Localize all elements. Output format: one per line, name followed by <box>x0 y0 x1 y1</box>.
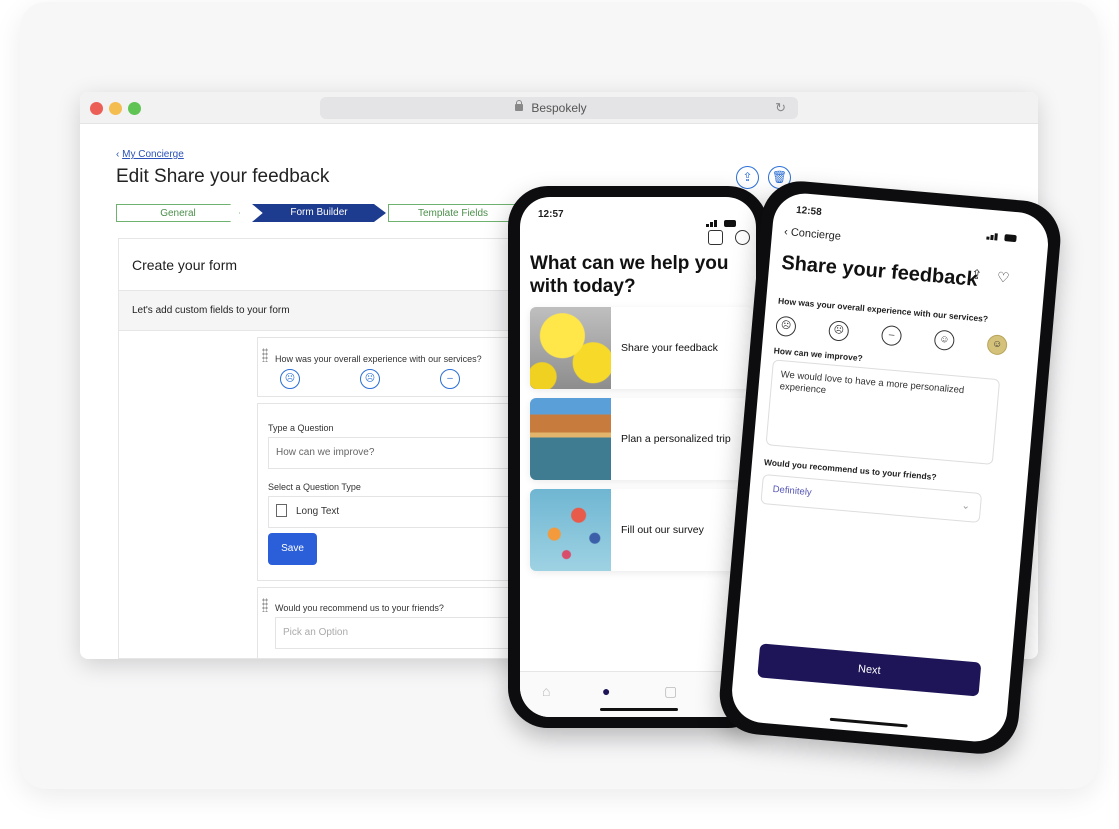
very-unhappy-face-icon[interactable]: ☹ <box>280 369 300 389</box>
question-label: How was your overall experience with our… <box>275 354 482 364</box>
next-button[interactable]: Next <box>757 643 982 697</box>
type-question-label: Type a Question <box>268 423 334 433</box>
neutral-face-icon[interactable]: – <box>880 324 903 347</box>
question-editor-card: Type a Question How can we improve? Sele… <box>257 403 540 581</box>
question-card-experience[interactable]: How was your overall experience with our… <box>257 337 539 397</box>
venice-canal-image <box>530 398 611 480</box>
status-time: 12:58 <box>795 204 823 219</box>
tile-label: Fill out our survey <box>621 524 704 536</box>
maximize-window-dot[interactable] <box>128 102 141 115</box>
step-template-fields[interactable]: Template Fields <box>388 204 518 222</box>
improvement-textarea[interactable]: We would love to have a more personalize… <box>765 359 1001 465</box>
reload-icon[interactable]: ↻ <box>775 97 786 119</box>
home-indicator <box>829 717 908 728</box>
url-text: Bespokely <box>531 101 587 115</box>
tile-label: Plan a personalized trip <box>621 433 731 445</box>
heart-icon[interactable]: ♡ <box>996 269 1010 287</box>
breadcrumb-back-link[interactable]: ‹ My Concierge <box>116 149 184 160</box>
drag-handle-icon[interactable] <box>262 598 268 612</box>
chat-icon[interactable]: ● <box>602 683 610 699</box>
phone-feedback-screen: 12:58 ‹ Concierge ⇪ ♡ Share your feedbac… <box>729 190 1051 745</box>
question-card-recommend[interactable]: Would you recommend us to your friends? … <box>257 587 540 659</box>
home-icon[interactable]: ⌂ <box>542 683 550 699</box>
create-form-heading: Create your form <box>119 239 539 291</box>
form-builder-panel: Create your form Let's add custom fields… <box>118 238 540 659</box>
minimize-window-dot[interactable] <box>109 102 122 115</box>
document-icon <box>276 504 287 517</box>
question-type-select[interactable]: Long Text <box>268 496 540 528</box>
back-button[interactable]: ‹ Concierge <box>784 226 842 243</box>
unhappy-face-icon[interactable]: ☹ <box>827 320 850 342</box>
tile-survey[interactable]: Fill out our survey <box>530 489 753 571</box>
option-picker[interactable]: Pick an Option <box>275 617 540 649</box>
address-bar[interactable]: Bespokely ↻ <box>320 97 798 119</box>
phone-feedback: 12:58 ‹ Concierge ⇪ ♡ Share your feedbac… <box>716 177 1064 758</box>
phone-heading: Share your feedback <box>780 251 979 291</box>
tile-plan-trip[interactable]: Plan a personalized trip <box>530 398 753 480</box>
phone-home-screen: 12:57 What can we help you with today? S… <box>520 197 756 717</box>
question-label: Would you recommend us to your friends? <box>275 603 444 613</box>
balloons-image <box>530 489 611 571</box>
recommend-select[interactable]: Definitely ⌄ <box>760 473 983 524</box>
step-form-builder[interactable]: Form Builder <box>252 204 386 222</box>
tile-label: Share your feedback <box>621 342 718 354</box>
signal-icon <box>706 209 740 227</box>
add-fields-hint: Let's add custom fields to your form <box>119 291 539 331</box>
save-button[interactable]: Save <box>268 533 317 565</box>
tile-share-feedback[interactable]: Share your feedback <box>530 307 753 389</box>
page-title: Edit Share your feedback <box>116 166 330 187</box>
home-indicator <box>600 708 678 711</box>
smiley-balls-image <box>530 307 611 389</box>
phone-heading: What can we help you with today? <box>530 253 729 297</box>
very-unhappy-face-icon[interactable]: ☹ <box>775 315 797 338</box>
very-happy-face-icon[interactable]: ☺ <box>986 334 1008 356</box>
drag-handle-icon[interactable] <box>262 348 268 362</box>
chevron-down-icon: ⌄ <box>961 500 971 513</box>
step-general[interactable]: General <box>116 204 240 222</box>
question-text-input[interactable]: How can we improve? <box>268 437 540 469</box>
unhappy-face-icon[interactable]: ☹ <box>360 369 380 389</box>
bag-icon[interactable]: ▢ <box>664 683 677 700</box>
status-time: 12:57 <box>538 209 564 220</box>
profile-icon[interactable] <box>735 230 750 245</box>
qr-code-icon[interactable] <box>708 230 723 245</box>
browser-toolbar: Bespokely ↻ <box>80 92 1038 124</box>
share-icon[interactable]: ⇪ <box>736 166 759 189</box>
happy-face-icon[interactable]: ☺ <box>933 329 956 352</box>
signal-icon <box>986 222 1022 243</box>
neutral-face-icon[interactable]: – <box>440 369 460 389</box>
close-window-dot[interactable] <box>90 102 103 115</box>
select-type-label: Select a Question Type <box>268 482 361 492</box>
lock-icon <box>515 100 523 111</box>
